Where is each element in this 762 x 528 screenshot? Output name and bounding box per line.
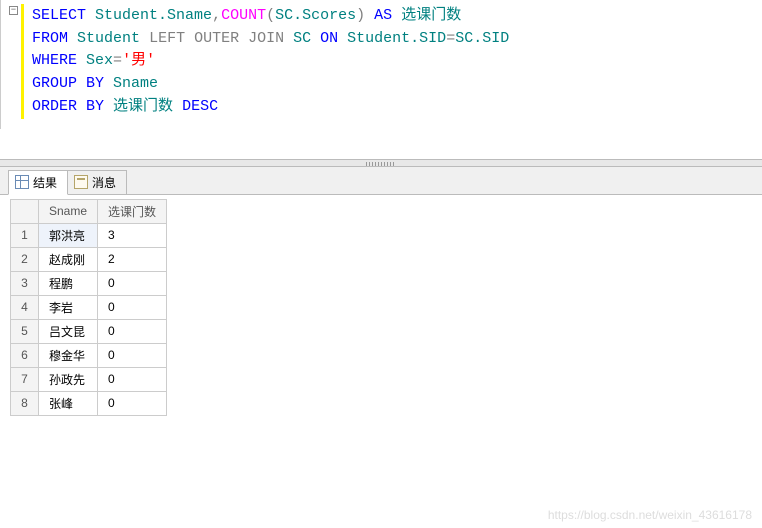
- keyword-orderby: ORDER BY: [32, 98, 104, 115]
- cell-sname[interactable]: 张峰: [39, 391, 98, 415]
- results-grid[interactable]: Sname 选课门数 1 郭洪亮 3 2 赵成刚 2 3 程鹏 0 4 李岩: [10, 199, 167, 416]
- cell-count[interactable]: 2: [98, 247, 167, 271]
- keyword-join: LEFT OUTER JOIN: [149, 30, 284, 47]
- cell-sname[interactable]: 程鹏: [39, 271, 98, 295]
- cell-sname[interactable]: 李岩: [39, 295, 98, 319]
- sql-editor[interactable]: − SELECT Student.Sname,COUNT(SC.Scores) …: [0, 0, 762, 129]
- alias-count: 选课门数: [401, 6, 461, 23]
- cell-count[interactable]: 3: [98, 223, 167, 247]
- tab-results-label: 结果: [33, 174, 57, 191]
- order-col: 选课门数: [113, 97, 173, 114]
- cell-count[interactable]: 0: [98, 295, 167, 319]
- results-pane: Sname 选课门数 1 郭洪亮 3 2 赵成刚 2 3 程鹏 0 4 李岩: [0, 195, 762, 416]
- keyword-select: SELECT: [32, 7, 86, 24]
- row-number: 6: [11, 343, 39, 367]
- splitter-grip-icon: [366, 162, 396, 166]
- cell-sname[interactable]: 郭洪亮: [39, 223, 98, 247]
- paren-close: ): [356, 7, 365, 24]
- col-header-sname[interactable]: Sname: [39, 199, 98, 223]
- keyword-desc: DESC: [182, 98, 218, 115]
- row-number: 5: [11, 319, 39, 343]
- tab-results[interactable]: 结果: [8, 170, 68, 195]
- code-block: SELECT Student.Sname,COUNT(SC.Scores) AS…: [21, 4, 762, 119]
- table-row[interactable]: 4 李岩 0: [11, 295, 167, 319]
- tab-messages[interactable]: 消息: [67, 170, 127, 194]
- grid-corner: [11, 199, 39, 223]
- table-student: Student: [77, 30, 140, 47]
- table-row[interactable]: 1 郭洪亮 3: [11, 223, 167, 247]
- paren-open: (: [266, 7, 275, 24]
- table-row[interactable]: 8 张峰 0: [11, 391, 167, 415]
- row-number: 2: [11, 247, 39, 271]
- row-number: 7: [11, 367, 39, 391]
- cell-sname[interactable]: 穆金华: [39, 343, 98, 367]
- code-line-2: FROM Student LEFT OUTER JOIN SC ON Stude…: [32, 28, 762, 51]
- col-sex: Sex: [86, 52, 113, 69]
- row-number: 4: [11, 295, 39, 319]
- col-header-count[interactable]: 选课门数: [98, 199, 167, 223]
- eq: =: [446, 30, 455, 47]
- cond-left: Student.SID: [347, 30, 446, 47]
- col-student-sname: Student.Sname: [95, 7, 212, 24]
- grid-icon: [15, 175, 29, 189]
- keyword-as: AS: [374, 7, 392, 24]
- eq2: =: [113, 52, 122, 69]
- keyword-where: WHERE: [32, 52, 77, 69]
- pane-splitter[interactable]: [0, 159, 762, 167]
- table-row[interactable]: 2 赵成刚 2: [11, 247, 167, 271]
- collapse-icon[interactable]: −: [9, 6, 18, 15]
- row-number: 1: [11, 223, 39, 247]
- results-tabs: 结果 消息: [0, 167, 762, 195]
- code-line-4: GROUP BY Sname: [32, 73, 762, 96]
- cell-count[interactable]: 0: [98, 343, 167, 367]
- cell-count[interactable]: 0: [98, 271, 167, 295]
- code-line-1: SELECT Student.Sname,COUNT(SC.Scores) AS…: [32, 4, 762, 28]
- func-count: COUNT: [221, 7, 266, 24]
- literal-male: 男: [131, 52, 146, 69]
- quote-close: ': [146, 52, 155, 69]
- quote-open: ': [122, 52, 131, 69]
- code-line-5: ORDER BY 选课门数 DESC: [32, 95, 762, 119]
- cell-count[interactable]: 0: [98, 391, 167, 415]
- message-icon: [74, 175, 88, 189]
- cond-right: SC.SID: [455, 30, 509, 47]
- col-sc-scores: SC.Scores: [275, 7, 356, 24]
- table-row[interactable]: 6 穆金华 0: [11, 343, 167, 367]
- table-row[interactable]: 5 吕文昆 0: [11, 319, 167, 343]
- col-sname: Sname: [113, 75, 158, 92]
- row-number: 8: [11, 391, 39, 415]
- cell-sname[interactable]: 吕文昆: [39, 319, 98, 343]
- comma: ,: [212, 7, 221, 24]
- code-line-3: WHERE Sex='男': [32, 50, 762, 73]
- cell-sname[interactable]: 赵成刚: [39, 247, 98, 271]
- cell-count[interactable]: 0: [98, 367, 167, 391]
- row-number: 3: [11, 271, 39, 295]
- keyword-from: FROM: [32, 30, 68, 47]
- keyword-on: ON: [320, 30, 338, 47]
- table-sc: SC: [293, 30, 311, 47]
- table-row[interactable]: 7 孙政先 0: [11, 367, 167, 391]
- watermark: https://blog.csdn.net/weixin_43616178: [548, 508, 752, 522]
- cell-count[interactable]: 0: [98, 319, 167, 343]
- tab-messages-label: 消息: [92, 174, 116, 191]
- cell-sname[interactable]: 孙政先: [39, 367, 98, 391]
- keyword-groupby: GROUP BY: [32, 75, 104, 92]
- table-row[interactable]: 3 程鹏 0: [11, 271, 167, 295]
